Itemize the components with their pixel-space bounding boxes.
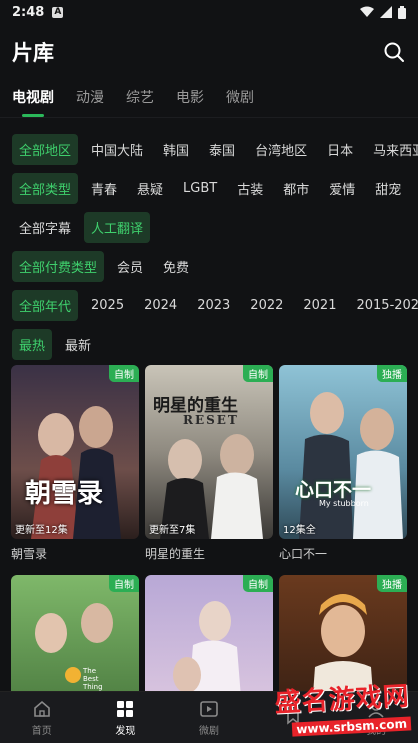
filter-chip[interactable]: 全部字幕	[12, 212, 78, 243]
status-icons	[360, 5, 406, 19]
poster-image: 独播 心口不一 My stubborn 12集全	[279, 365, 407, 539]
category-tabs: 电视剧 动漫 综艺 电影 微剧	[0, 80, 418, 118]
tab-micro-drama[interactable]: 微剧	[226, 87, 254, 111]
watermark-text: 盛名游戏网	[273, 681, 411, 719]
filter-row-genre: 全部类型 青春 悬疑 LGBT 古装 都市 爱情 甜宠 婚	[0, 169, 418, 208]
status-time: 2:48	[12, 4, 45, 20]
nav-discover[interactable]: 发现	[84, 692, 168, 743]
drama-card[interactable]: 自制 朝雪录 更新至12集 朝雪录	[11, 365, 139, 565]
poster-title-text: 朝雪录	[25, 479, 104, 509]
filter-chip[interactable]: 婚	[414, 173, 418, 204]
tab-anime[interactable]: 动漫	[76, 87, 104, 111]
drama-card[interactable]: 独播 心口不一 My stubborn 12集全 心口不一	[279, 365, 407, 565]
filter-chip[interactable]: 全部类型	[12, 173, 79, 204]
filter-chip[interactable]: 韩国	[156, 134, 196, 165]
sort-chip-hot[interactable]: 最热	[12, 329, 53, 360]
filter-row-region: 全部地区 中国大陆 韩国 泰国 台湾地区 日本 马来西亚	[0, 130, 418, 169]
drama-card[interactable]: 自制 明星的重生 RESET 更新至7集 明星的重生	[145, 365, 273, 565]
filter-row-sort: 最热 最新	[0, 325, 418, 364]
filter-chip[interactable]: LGBT	[176, 175, 224, 202]
filter-chip[interactable]: 马来西亚	[366, 134, 418, 165]
episode-status: 12集全	[283, 525, 316, 536]
badge-tag: 自制	[243, 365, 273, 382]
status-bar: 2:48 A	[0, 0, 418, 24]
poster-title-text: 心口不一	[295, 479, 372, 501]
badge-tag: 自制	[109, 575, 139, 592]
filter-chip[interactable]: 2024	[137, 292, 184, 319]
filter-chip[interactable]: 全部地区	[12, 134, 79, 165]
filter-chip[interactable]: 悬疑	[130, 173, 170, 204]
sort-chip-new[interactable]: 最新	[58, 329, 98, 360]
filter-chip[interactable]: 日本	[320, 134, 360, 165]
filter-chip[interactable]: 甜宠	[368, 173, 408, 204]
battery-icon	[398, 5, 406, 19]
page-title: 片库	[12, 41, 54, 65]
wifi-icon	[360, 6, 374, 17]
film-icon	[200, 700, 218, 717]
poster-subtitle-text: The Best Thing	[83, 667, 103, 691]
poster-subtitle-text: My stubborn	[319, 499, 369, 508]
filter-chip[interactable]: 都市	[276, 173, 316, 204]
filter-panel: 全部地区 中国大陆 韩国 泰国 台湾地区 日本 马来西亚 全部类型 青春 悬疑 …	[0, 118, 418, 364]
nav-micro-drama[interactable]: 微剧	[167, 692, 251, 743]
filter-chip[interactable]: 免费	[156, 251, 196, 282]
filter-chip[interactable]: 人工翻译	[84, 212, 151, 243]
filter-chip[interactable]: 青春	[84, 173, 124, 204]
badge-tag: 独播	[377, 365, 407, 382]
filter-row-pay: 全部付费类型 会员 免费	[0, 247, 418, 286]
grid-icon	[117, 700, 134, 717]
filter-chip[interactable]: 泰国	[202, 134, 242, 165]
poster-subtitle-text: RESET	[183, 413, 239, 427]
filter-chip[interactable]: 台湾地区	[248, 134, 314, 165]
nav-label: 微剧	[198, 725, 219, 737]
filter-row-year: 全部年代 2025 2024 2023 2022 2021 2015-2020 …	[0, 286, 418, 325]
filter-chip[interactable]: 2015-2020	[349, 292, 418, 319]
filter-chip[interactable]: 2025	[84, 292, 131, 319]
badge-tag: 自制	[243, 575, 273, 592]
tab-variety[interactable]: 综艺	[126, 87, 154, 111]
filter-row-subtitle: 全部字幕 人工翻译	[0, 208, 418, 247]
search-icon[interactable]	[382, 40, 406, 64]
tab-movie[interactable]: 电影	[176, 87, 204, 111]
filter-chip[interactable]: 全部付费类型	[12, 251, 105, 282]
drama-title: 朝雪录	[11, 547, 48, 561]
app-header: 片库	[0, 24, 418, 80]
notification-a-icon: A	[52, 6, 64, 18]
nav-label: 发现	[115, 725, 136, 737]
filter-chip[interactable]: 中国大陆	[84, 134, 150, 165]
badge-tag: 自制	[109, 365, 139, 382]
filter-chip[interactable]: 古装	[230, 173, 270, 204]
nav-home[interactable]: 首页	[0, 692, 84, 743]
poster-image: 自制 明星的重生 RESET 更新至7集	[145, 365, 273, 539]
drama-title: 明星的重生	[145, 547, 206, 561]
filter-chip[interactable]: 会员	[110, 251, 150, 282]
filter-chip[interactable]: 2022	[243, 292, 290, 319]
site-watermark: 盛名游戏网 www.srbsm.com	[274, 676, 412, 739]
nav-label: 首页	[31, 725, 52, 737]
filter-chip[interactable]: 全部年代	[12, 290, 79, 321]
drama-title: 心口不一	[279, 547, 328, 561]
tab-tv-series[interactable]: 电视剧	[12, 87, 54, 111]
filter-chip[interactable]: 2021	[296, 292, 343, 319]
badge-tag: 独播	[377, 575, 407, 592]
signal-icon	[380, 6, 392, 18]
filter-chip[interactable]: 爱情	[322, 173, 362, 204]
home-icon	[33, 700, 50, 717]
poster-image: 自制 朝雪录 更新至12集	[11, 365, 139, 539]
episode-status: 更新至12集	[15, 525, 68, 536]
episode-status: 更新至7集	[149, 525, 196, 536]
filter-chip[interactable]: 2023	[190, 292, 237, 319]
